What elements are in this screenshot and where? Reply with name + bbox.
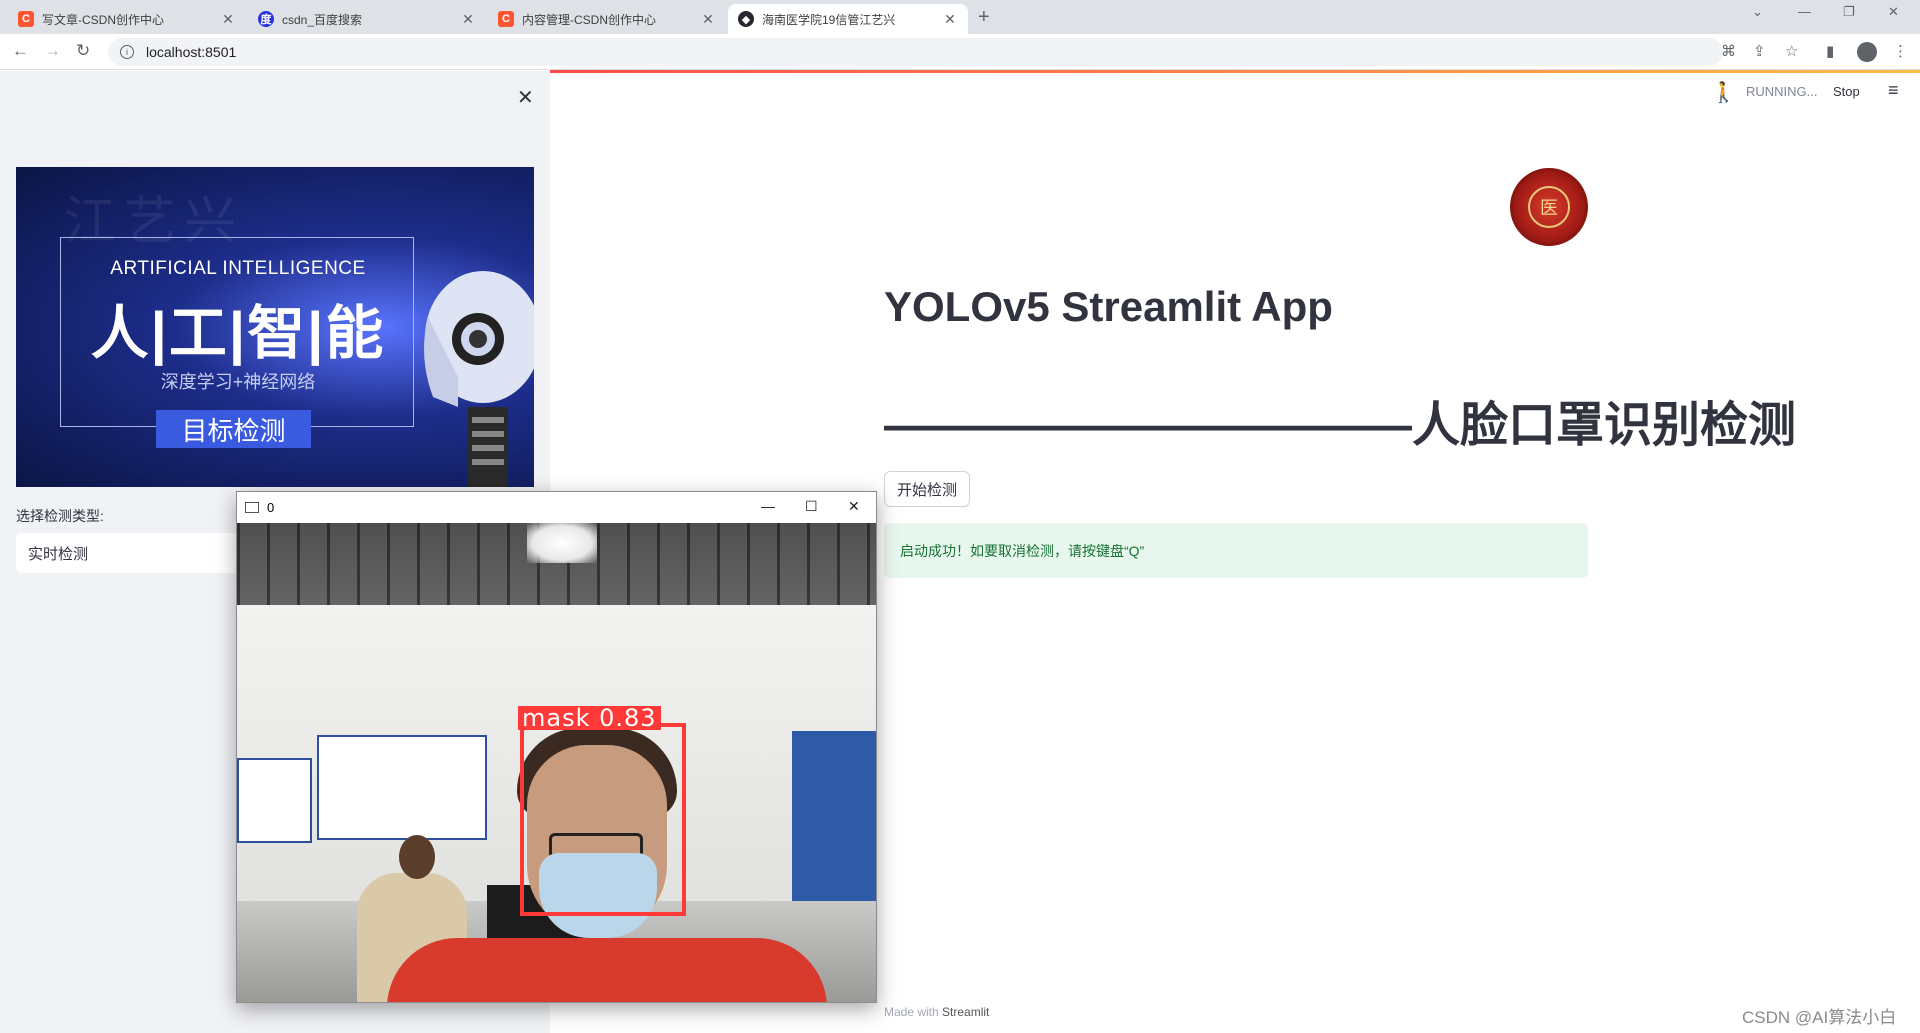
close-tab-icon[interactable]: ✕ <box>460 11 476 28</box>
banner-tag: 目标检测 <box>156 410 311 448</box>
close-icon[interactable]: ✕ <box>848 498 860 515</box>
start-detection-button[interactable]: 开始检测 <box>884 471 971 507</box>
profile-avatar-icon[interactable] <box>1857 42 1877 62</box>
success-alert-text: 启动成功！如要取消检测，请按键盘“Q” <box>900 542 1145 559</box>
wall-banner <box>792 731 876 906</box>
bookmark-star-icon[interactable]: ☆ <box>1785 42 1798 60</box>
minimize-icon[interactable]: — <box>761 498 775 514</box>
back-arrow-icon[interactable]: ← <box>12 41 29 61</box>
stop-button[interactable]: Stop <box>1833 84 1860 99</box>
csdn-watermark: CSDN @AI算法小白 <box>1742 1008 1897 1027</box>
camera-window-titlebar[interactable]: 0 — ☐ ✕ <box>237 492 876 523</box>
wall-poster <box>237 758 312 843</box>
banner-english-text: ARTIFICIAL INTELLIGENCE <box>110 258 366 279</box>
tab-baidu-search[interactable]: 度 csdn_百度搜索 ✕ <box>248 4 486 34</box>
csdn-favicon-icon: C <box>498 11 514 27</box>
tab-write-article[interactable]: C 写文章-CSDN创作中心 ✕ <box>8 4 246 34</box>
banner-frame: ARTIFICIAL INTELLIGENCE 人|工|智|能 深度学习+神经网… <box>60 237 414 427</box>
maximize-icon[interactable]: ☐ <box>805 498 818 515</box>
wall-poster <box>317 735 487 840</box>
camera-feed: mask 0.83 <box>237 523 876 1002</box>
university-logo: 医 <box>1510 168 1588 246</box>
close-tab-icon[interactable]: ✕ <box>700 11 716 28</box>
new-tab-icon[interactable]: + <box>978 6 990 29</box>
tab-title: 内容管理-CSDN创作中心 <box>522 12 656 27</box>
page-subtitle: ———————————人脸口罩识别检测 <box>884 399 1797 452</box>
success-alert: 启动成功！如要取消检测，请按键盘“Q” <box>884 523 1588 578</box>
footer-prefix: Made with <box>884 1005 939 1019</box>
browser-tab-strip: C 写文章-CSDN创作中心 ✕ 度 csdn_百度搜索 ✕ C 内容管理-CS… <box>0 0 1920 34</box>
close-sidebar-icon[interactable]: ✕ <box>517 85 534 110</box>
streamlit-favicon-icon: ◆ <box>738 11 754 27</box>
side-panel-icon[interactable]: ▮ <box>1826 42 1834 60</box>
detection-type-label: 选择检测类型: <box>16 508 104 524</box>
ai-banner-image: 江艺兴 ARTIFICIAL INTELLIGENCE 人|工|智|能 深度学习… <box>16 167 534 487</box>
robot-head-icon <box>424 271 534 487</box>
footer-streamlit-link[interactable]: Streamlit <box>942 1005 989 1019</box>
tab-search-chevron-icon[interactable]: ⌄ <box>1752 4 1763 20</box>
translate-icon[interactable]: ⌘ <box>1721 42 1736 60</box>
close-tab-icon[interactable]: ✕ <box>220 11 236 28</box>
restore-window-icon[interactable]: ❐ <box>1843 4 1855 20</box>
banner-subtitle: 深度学习+神经网络 <box>160 372 316 392</box>
background-person-head <box>399 835 435 879</box>
close-tab-icon[interactable]: ✕ <box>942 11 958 28</box>
browser-menu-icon[interactable]: ⋮ <box>1893 42 1908 60</box>
minimize-window-icon[interactable]: — <box>1798 4 1811 19</box>
detection-bounding-box <box>520 723 686 916</box>
camera-window[interactable]: 0 — ☐ ✕ mask 0.83 <box>236 491 877 1003</box>
main-top-decoration <box>550 70 1920 73</box>
close-window-icon[interactable]: ✕ <box>1888 4 1899 20</box>
window-app-icon <box>245 502 259 513</box>
share-icon[interactable]: ⇪ <box>1753 42 1766 60</box>
page-title: YOLOv5 Streamlit App <box>884 283 1333 330</box>
logo-emblem: 医 <box>1528 186 1570 228</box>
detection-label: mask 0.83 <box>518 706 661 730</box>
tab-content-management[interactable]: C 内容管理-CSDN创作中心 ✕ <box>488 4 726 34</box>
tab-streamlit-app[interactable]: ◆ 海南医学院19信管江艺兴 ✕ <box>728 4 968 34</box>
camera-window-title: 0 <box>267 500 275 515</box>
site-info-icon[interactable]: i <box>120 45 134 59</box>
forward-arrow-icon[interactable]: → <box>44 41 61 61</box>
tab-title: 写文章-CSDN创作中心 <box>42 12 164 27</box>
banner-chinese-title: 人|工|智|能 <box>90 301 386 366</box>
running-status-icon: 🚶 <box>1711 82 1736 104</box>
hamburger-menu-icon[interactable]: ≡ <box>1888 80 1899 101</box>
tab-title: csdn_百度搜索 <box>282 12 363 27</box>
csdn-favicon-icon: C <box>18 11 34 27</box>
url-text: localhost:8501 <box>146 44 237 60</box>
tab-title: 海南医学院19信管江艺兴 <box>762 12 896 27</box>
running-status-text: RUNNING... <box>1746 84 1818 99</box>
subject-shirt <box>387 938 827 1002</box>
footer: Made with Streamlit <box>884 1005 989 1019</box>
browser-toolbar: ← → ↻ i localhost:8501 ⌘ ⇪ ☆ ▮ ⋮ <box>0 34 1920 70</box>
address-bar[interactable]: i localhost:8501 <box>108 38 1723 66</box>
reload-icon[interactable]: ↻ <box>76 41 90 61</box>
detection-type-value: 实时检测 <box>28 545 89 563</box>
baidu-favicon-icon: 度 <box>258 11 274 27</box>
ceiling-lamp <box>527 523 597 563</box>
